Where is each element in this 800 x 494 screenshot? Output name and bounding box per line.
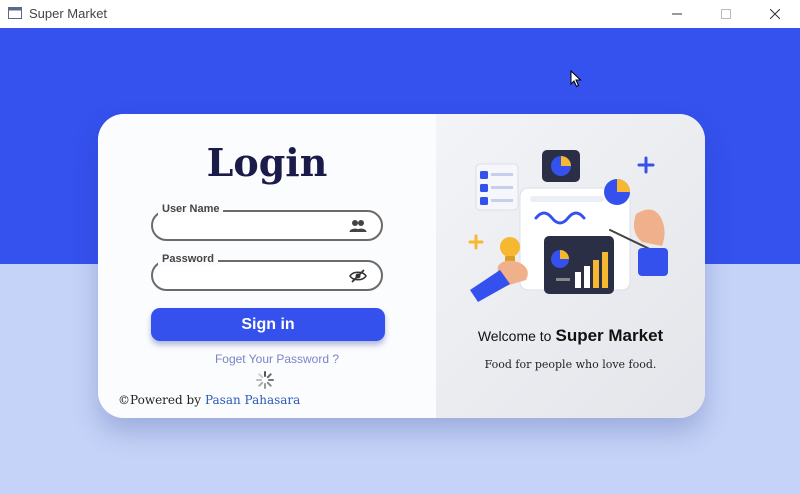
close-icon xyxy=(770,9,780,19)
sign-in-button[interactable]: Sign in xyxy=(151,308,385,341)
powered-by-author: Pasan Pahasara xyxy=(204,393,301,407)
maximize-button[interactable] xyxy=(703,0,749,28)
dashboard-illustration xyxy=(468,150,668,302)
welcome-panel: Welcome to Super Market Food for people w… xyxy=(436,114,705,418)
welcome-heading: Welcome to Super Market xyxy=(436,326,705,346)
powered-by-prefix: ©Powered by xyxy=(118,393,201,407)
login-card: Login User Name Password Sign in Foget Y… xyxy=(98,114,705,418)
username-label: User Name xyxy=(158,202,224,216)
forgot-password-link[interactable]: Foget Your Password ? xyxy=(98,352,456,366)
window-titlebar: Super Market xyxy=(0,0,800,28)
loading-spinner-icon xyxy=(256,371,274,389)
powered-by-text: ©Powered by Pasan Pahasara xyxy=(118,393,300,407)
close-button[interactable] xyxy=(752,0,798,28)
app-icon xyxy=(8,7,22,19)
username-input[interactable] xyxy=(165,216,344,237)
maximize-icon xyxy=(721,9,731,19)
welcome-tagline: Food for people who love food. xyxy=(484,358,657,371)
password-label: Password xyxy=(158,252,218,266)
minimize-button[interactable] xyxy=(654,0,700,28)
eye-off-icon[interactable] xyxy=(349,268,367,284)
username-field[interactable]: User Name xyxy=(151,202,383,241)
password-field[interactable]: Password xyxy=(151,252,383,291)
login-panel: Login User Name Password Sign in Foget Y… xyxy=(98,114,436,418)
minimize-icon xyxy=(672,13,682,15)
welcome-brand: Super Market xyxy=(555,326,664,345)
users-icon xyxy=(349,220,367,232)
welcome-prefix: Welcome to xyxy=(477,328,552,344)
login-title: Login xyxy=(206,140,328,185)
window-title: Super Market xyxy=(29,6,108,21)
mouse-cursor-icon xyxy=(570,70,582,88)
password-input[interactable] xyxy=(165,266,344,287)
